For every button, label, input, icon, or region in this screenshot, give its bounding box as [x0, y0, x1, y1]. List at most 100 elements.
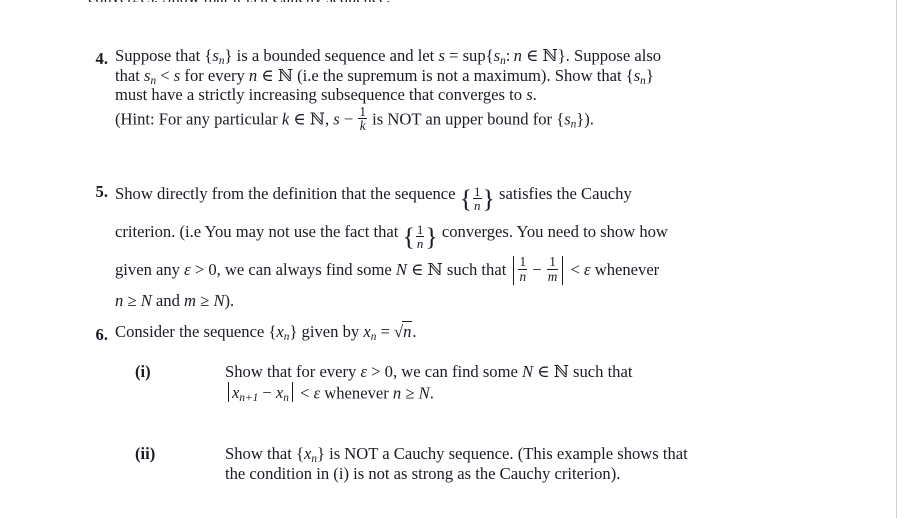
text-fragment: Show that for every: [225, 362, 361, 381]
subitem-ii-label: (ii): [135, 444, 156, 463]
absolute-value-expression: 1n − 1m: [510, 255, 566, 286]
math-var-N: N: [418, 383, 430, 403]
text-fragment: }. Suppose also: [557, 46, 662, 65]
fraction-one-over-n: 1n: [473, 184, 482, 213]
text-fragment: given any: [115, 259, 185, 279]
left-brace: {: [459, 183, 473, 213]
problem-4-line-3: must have a strictly increasing subseque…: [115, 85, 875, 105]
math-var-x: x: [363, 322, 371, 341]
subitem-ii-body: Show that {xn} is NOT a Cauchy sequence.…: [225, 444, 885, 483]
text-fragment: ≥: [123, 291, 141, 311]
problem-5-body: Show directly from the definition that t…: [115, 178, 875, 316]
problem-5-line-1: Show directly from the definition that t…: [115, 178, 875, 216]
absolute-value-bar-left: [228, 381, 229, 403]
subitem-i-line-2: xn+1 − xn < ε whenever n ≥ N.: [225, 381, 885, 404]
fraction-one-over-n: 1n: [415, 221, 425, 251]
text-fragment: <: [156, 65, 174, 85]
fraction-one-over-k: 1k: [358, 103, 368, 134]
text-fragment: ∈: [406, 259, 428, 279]
problem-5-number: 5.: [95, 182, 108, 201]
problem-4-line-1: Suppose that {sn} is a bounded sequence …: [115, 46, 875, 67]
problem-6-line-1: Consider the sequence {xn} given by xn =…: [115, 321, 875, 343]
text-fragment: ∈: [289, 109, 310, 129]
absolute-value-bar-right: [291, 381, 293, 403]
text-fragment: ∈: [521, 46, 543, 65]
math-symbol-naturals: ℕ: [427, 259, 443, 279]
text-fragment: .: [412, 322, 417, 341]
fraction-numerator: 1: [416, 221, 424, 237]
text-fragment: −: [339, 109, 358, 129]
clipped-previous-line: converges. Show that it is a Cauchy sequ…: [88, 0, 878, 2]
problem-5-line-2: criterion. (i.e You may not use the fact…: [115, 216, 875, 254]
absolute-value-bar-right: [562, 256, 564, 286]
text-fragment: .: [429, 383, 434, 403]
fraction-denominator: n: [518, 268, 528, 284]
math-symbol-naturals: ℕ: [542, 46, 558, 65]
text-fragment: ).: [224, 291, 235, 311]
problem-6-subitems: (i) Show that for every ε > 0, we can fi…: [0, 362, 903, 483]
subitem-ii-line-1: Show that {xn} is NOT a Cauchy sequence.…: [225, 444, 885, 465]
problem-4-number: 4.: [95, 49, 108, 68]
right-brace: }: [482, 183, 495, 213]
text-fragment: such that: [568, 362, 633, 381]
math-var-N: N: [522, 362, 534, 381]
fraction-numerator: 1: [549, 254, 556, 270]
text-fragment: =: [444, 46, 463, 65]
text-fragment: <: [566, 259, 585, 279]
fraction-numerator: 1: [359, 103, 367, 119]
text-fragment: whenever: [590, 259, 660, 279]
text-fragment: Show directly from the definition that t…: [115, 184, 460, 203]
fraction-denominator: k: [358, 118, 368, 134]
fraction-denominator: n: [473, 197, 482, 213]
math-var-n: n: [248, 65, 258, 85]
subitem-ii-line-2: the condition in (i) is not as strong as…: [225, 463, 621, 483]
problem-5-line-4: n ≥ N and m ≥ N).: [115, 285, 875, 316]
text-fragment: Show that {: [225, 444, 304, 463]
text-fragment: such that: [442, 259, 511, 279]
text-fragment: :: [505, 46, 514, 65]
fraction-one-over-m: 1m: [546, 254, 559, 283]
fraction-denominator: n: [415, 235, 425, 251]
text-fragment: ∈: [257, 65, 278, 85]
text-fragment: } is a bounded sequence and let: [224, 46, 439, 65]
text-fragment: for every: [180, 65, 249, 85]
right-brace: }: [425, 221, 438, 251]
problem-4-body: Suppose that {sn} is a bounded sequence …: [115, 46, 875, 133]
math-symbol-naturals: ℕ: [277, 65, 293, 85]
text-fragment: (Hint: For any particular: [115, 109, 282, 129]
math-var-x: x: [276, 322, 284, 341]
fraction-one-over-n: 1n: [518, 254, 528, 284]
subitem-i-label: (i): [135, 362, 151, 381]
text-fragment: ≥: [196, 291, 214, 311]
document-page: converges. Show that it is a Cauchy sequ…: [0, 0, 903, 518]
absolute-value-bar-left: [513, 256, 515, 286]
radicand: n: [402, 321, 413, 341]
text-fragment: > 0, we can always find some: [190, 259, 396, 279]
text-fragment: }).: [576, 109, 594, 129]
math-var-N: N: [213, 291, 225, 311]
text-fragment: <: [295, 383, 314, 403]
math-var-N: N: [140, 291, 152, 311]
problem-4-line-2: that sn < s for every n ∈ ℕ (i.e the sup…: [115, 65, 875, 87]
text-fragment: −: [258, 383, 276, 403]
text-fragment: (i.e the supremum is not a maximum). Sho…: [292, 65, 634, 85]
text-fragment: −: [528, 259, 546, 279]
braced-sequence-one-over-n: {1 n}: [459, 183, 495, 216]
text-fragment: criterion. (i.e You may not use the fact…: [115, 221, 403, 241]
subitem-i-line-1: Show that for every ε > 0, we can find s…: [225, 362, 885, 382]
problem-5-line-3: given any ε > 0, we can always find some…: [115, 254, 875, 286]
text-fragment: Suppose that {: [115, 46, 213, 65]
text-fragment: ≥: [401, 383, 419, 403]
text-fragment: > 0, we can find some: [367, 362, 523, 381]
text-fragment: .: [532, 85, 537, 105]
left-brace: {: [402, 221, 415, 251]
problem-4-line-4-hint: (Hint: For any particular k ∈ ℕ, s − 1k …: [115, 105, 875, 133]
subitem-i-body: Show that for every ε > 0, we can find s…: [225, 362, 885, 404]
text-fragment: is NOT an upper bound for {: [368, 109, 565, 129]
text-fragment: whenever: [320, 383, 393, 403]
text-fragment: Consider the sequence {: [115, 322, 277, 341]
text-fragment: }: [645, 65, 654, 85]
text-fragment: satisfies the Cauchy: [494, 184, 632, 203]
problem-6-subitem-ii: (ii) Show that {xn} is NOT a Cauchy sequ…: [0, 402, 903, 483]
fraction-numerator: 1: [519, 254, 527, 270]
